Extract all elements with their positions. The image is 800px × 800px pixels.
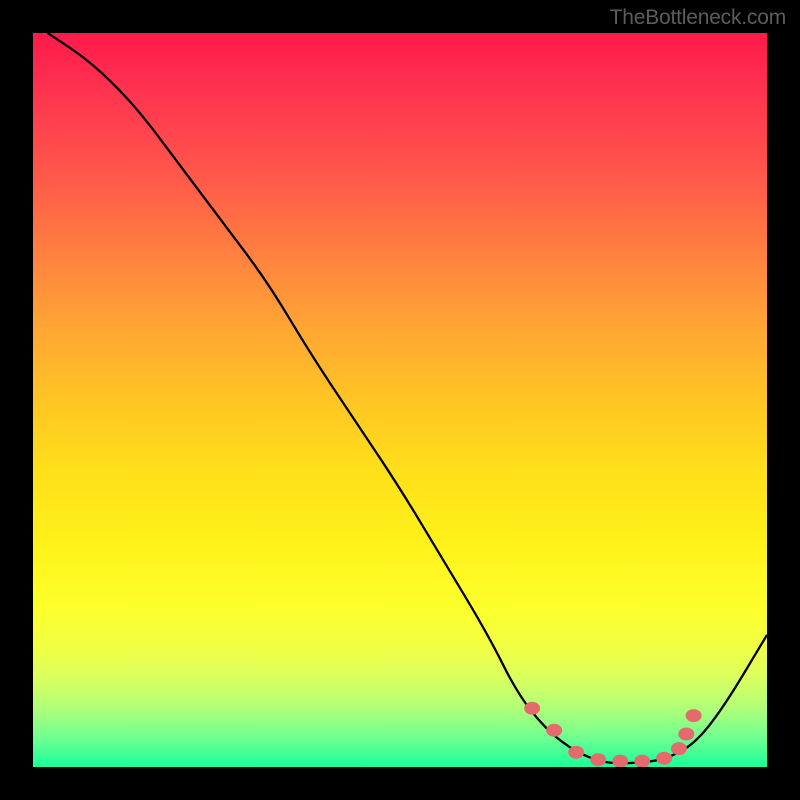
chart-frame: TheBottleneck.com	[0, 0, 800, 800]
plot-gradient-area	[33, 33, 767, 767]
attribution-text: TheBottleneck.com	[610, 6, 786, 30]
